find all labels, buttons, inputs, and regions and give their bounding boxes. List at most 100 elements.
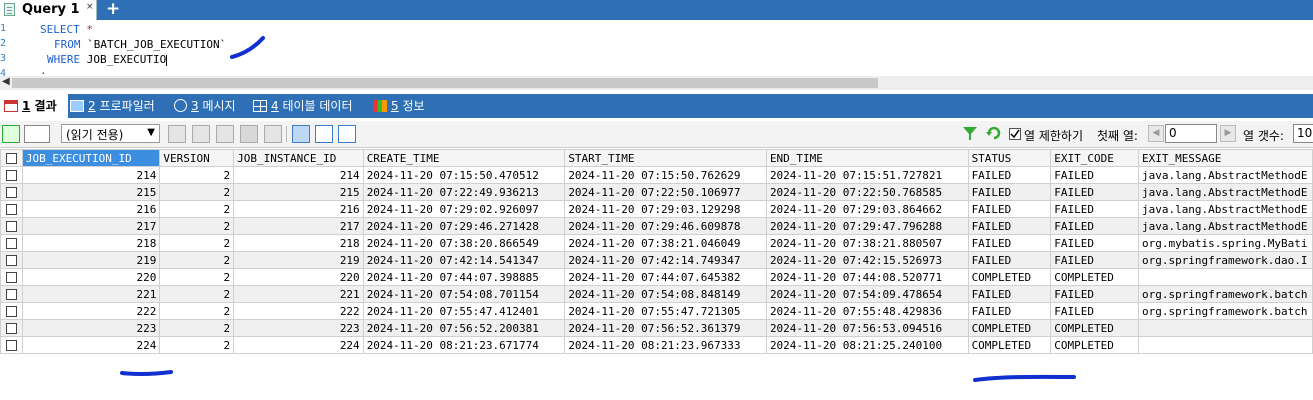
- row-checkbox[interactable]: [5, 204, 17, 215]
- table-cell[interactable]: 222: [233, 302, 364, 320]
- row-checkbox[interactable]: [5, 221, 17, 232]
- row-checkbox-cell[interactable]: [0, 302, 23, 320]
- column-header[interactable]: JOB_INSTANCE_ID: [233, 149, 364, 167]
- table-row[interactable]: 224 2 224 2024-11-20 08:21:23.671774 2024-11…: [0, 336, 1313, 354]
- table-cell[interactable]: COMPLETED: [967, 268, 1052, 286]
- table-cell[interactable]: 219: [233, 251, 364, 269]
- refresh-icon[interactable]: [986, 125, 1002, 143]
- table-cell[interactable]: 2024-11-20 07:42:14.749347: [564, 251, 767, 269]
- table-cell[interactable]: 2024-11-20 08:21:23.967333: [564, 336, 767, 354]
- table-cell[interactable]: 2024-11-20 07:44:08.520771: [765, 268, 969, 286]
- table-cell[interactable]: FAILED: [967, 200, 1052, 218]
- table-cell[interactable]: org.springframework.dao.I: [1137, 251, 1313, 269]
- table-cell[interactable]: 2024-11-20 07:54:08.848149: [564, 285, 767, 303]
- row-checkbox-cell[interactable]: [0, 319, 23, 337]
- row-checkbox-cell[interactable]: [0, 234, 23, 252]
- table-cell[interactable]: 2024-11-20 08:21:25.240100: [765, 336, 969, 354]
- table-row[interactable]: 218 2 218 2024-11-20 07:38:20.866549 2024-11…: [0, 234, 1313, 252]
- table-cell[interactable]: 2024-11-20 07:44:07.398885: [362, 268, 566, 286]
- save-icon[interactable]: [216, 125, 234, 143]
- row-checkbox-cell[interactable]: [0, 268, 23, 286]
- scrollbar-thumb[interactable]: [12, 78, 878, 88]
- tab-profiler[interactable]: 2 프로파일러: [70, 94, 155, 118]
- delete-icon[interactable]: [240, 125, 258, 143]
- table-cell[interactable]: 220: [21, 268, 161, 286]
- view-options-dropdown-icon[interactable]: [24, 125, 50, 143]
- table-cell[interactable]: 2024-11-20 07:29:46.609878: [564, 217, 767, 235]
- export-icon[interactable]: [2, 125, 20, 143]
- table-cell[interactable]: 2024-11-20 07:55:48.429836: [765, 302, 969, 320]
- table-cell[interactable]: 2: [159, 302, 235, 320]
- limit-rows-checkbox[interactable]: [1009, 128, 1021, 140]
- row-checkbox[interactable]: [5, 170, 17, 181]
- table-cell[interactable]: 219: [21, 251, 161, 269]
- table-cell[interactable]: 2024-11-20 07:42:15.526973: [765, 251, 969, 269]
- table-cell[interactable]: 2024-11-20 07:29:02.926097: [362, 200, 566, 218]
- table-cell[interactable]: 216: [21, 200, 161, 218]
- table-cell[interactable]: 2024-11-20 07:56:52.361379: [564, 319, 767, 337]
- row-checkbox[interactable]: [5, 289, 17, 300]
- table-cell[interactable]: 2024-11-20 07:29:03.864662: [765, 200, 969, 218]
- column-header[interactable]: CREATE_TIME: [362, 149, 566, 167]
- table-cell[interactable]: 215: [21, 183, 161, 201]
- table-cell[interactable]: 222: [21, 302, 161, 320]
- table-cell[interactable]: FAILED: [1050, 217, 1139, 235]
- table-cell[interactable]: [1137, 319, 1313, 337]
- query-tab[interactable]: Query 1 ×: [0, 0, 97, 20]
- table-cell[interactable]: 2024-11-20 07:22:50.106977: [564, 183, 767, 201]
- table-cell[interactable]: FAILED: [967, 285, 1052, 303]
- table-cell[interactable]: 2024-11-20 08:21:23.671774: [362, 336, 566, 354]
- filter-icon[interactable]: [962, 125, 978, 143]
- table-cell[interactable]: 2: [159, 166, 235, 184]
- column-header[interactable]: END_TIME: [765, 149, 969, 167]
- table-cell[interactable]: 215: [233, 183, 364, 201]
- table-cell[interactable]: org.springframework.batch: [1137, 285, 1313, 303]
- table-cell[interactable]: COMPLETED: [1050, 319, 1139, 337]
- row-checkbox[interactable]: [5, 255, 17, 266]
- column-header[interactable]: EXIT_MESSAGE: [1137, 149, 1313, 167]
- table-cell[interactable]: 217: [21, 217, 161, 235]
- table-cell[interactable]: 2024-11-20 07:29:47.796288: [765, 217, 969, 235]
- table-cell[interactable]: 216: [233, 200, 364, 218]
- table-cell[interactable]: 2: [159, 183, 235, 201]
- row-checkbox-cell[interactable]: [0, 336, 23, 354]
- text-view-icon[interactable]: [338, 125, 356, 143]
- table-cell[interactable]: 2: [159, 217, 235, 235]
- table-cell[interactable]: 2024-11-20 07:54:08.701154: [362, 285, 566, 303]
- table-cell[interactable]: 221: [233, 285, 364, 303]
- row-checkbox[interactable]: [5, 306, 17, 317]
- table-row[interactable]: 219 2 219 2024-11-20 07:42:14.541347 2024-11…: [0, 251, 1313, 269]
- table-cell[interactable]: FAILED: [967, 251, 1052, 269]
- column-header[interactable]: EXIT_CODE: [1050, 149, 1139, 167]
- table-cell[interactable]: [1137, 336, 1313, 354]
- table-cell[interactable]: COMPLETED: [967, 336, 1052, 354]
- row-checkbox-cell[interactable]: [0, 166, 23, 184]
- row-checkbox-cell[interactable]: [0, 200, 23, 218]
- table-cell[interactable]: [1137, 268, 1313, 286]
- row-count-input[interactable]: 100: [1293, 124, 1313, 143]
- row-checkbox[interactable]: [5, 323, 17, 334]
- table-cell[interactable]: java.lang.AbstractMethodE: [1137, 200, 1313, 218]
- table-cell[interactable]: 2024-11-20 07:55:47.412401: [362, 302, 566, 320]
- select-all-checkbox[interactable]: [0, 149, 23, 167]
- table-cell[interactable]: FAILED: [1050, 302, 1139, 320]
- row-checkbox[interactable]: [5, 187, 17, 198]
- table-cell[interactable]: 2024-11-20 07:42:14.541347: [362, 251, 566, 269]
- table-cell[interactable]: 2024-11-20 07:22:50.768585: [765, 183, 969, 201]
- table-cell[interactable]: 2024-11-20 07:15:50.762629: [564, 166, 767, 184]
- table-cell[interactable]: 224: [21, 336, 161, 354]
- table-cell[interactable]: 2: [159, 268, 235, 286]
- table-cell[interactable]: 224: [233, 336, 364, 354]
- table-row[interactable]: 221 2 221 2024-11-20 07:54:08.701154 2024-11…: [0, 285, 1313, 303]
- form-view-icon[interactable]: [315, 125, 333, 143]
- table-cell[interactable]: 2024-11-20 07:29:03.129298: [564, 200, 767, 218]
- table-cell[interactable]: 2024-11-20 07:29:46.271428: [362, 217, 566, 235]
- row-checkbox[interactable]: [5, 272, 17, 283]
- tab-result[interactable]: 1 결과: [0, 94, 68, 118]
- table-row[interactable]: 215 2 215 2024-11-20 07:22:49.936213 2024-11…: [0, 183, 1313, 201]
- table-cell[interactable]: FAILED: [967, 217, 1052, 235]
- close-tab-icon[interactable]: ×: [86, 2, 94, 12]
- table-row[interactable]: 222 2 222 2024-11-20 07:55:47.412401 2024-11…: [0, 302, 1313, 320]
- table-cell[interactable]: 2024-11-20 07:38:21.046049: [564, 234, 767, 252]
- table-cell[interactable]: 220: [233, 268, 364, 286]
